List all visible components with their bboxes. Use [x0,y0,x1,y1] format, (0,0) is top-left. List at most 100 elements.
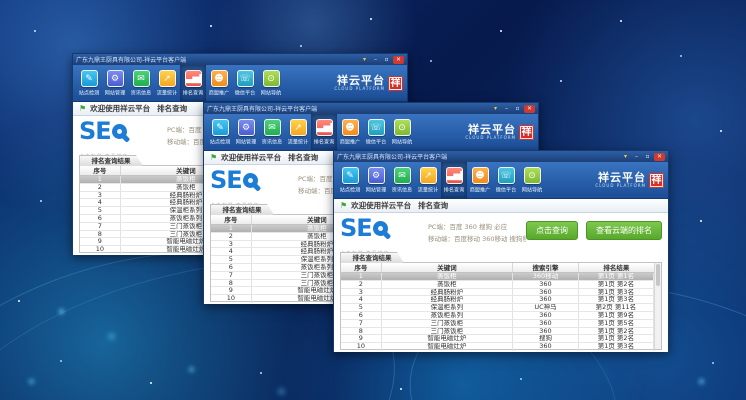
toolbar-item-3[interactable]: ✉资讯信息 [128,65,154,101]
toolbar-item-8[interactable]: ⊙网站导航 [519,162,545,198]
toolbar-item-7[interactable]: ☏微信平台 [493,162,519,198]
table-row[interactable]: 5保温柜系列UC神马第2页 第11名 [341,304,654,312]
minimize-button[interactable]: – [502,105,511,113]
toolbar-item-5[interactable]: ▃▅▇排名查询 [311,114,337,150]
cell-no: 2 [80,184,121,191]
table-row[interactable]: 9智能电磁灶炉搜狗第1页 第2名 [341,335,654,343]
alliance-promo-icon: ☻ [342,119,359,136]
toolbar-item-5[interactable]: ▃▅▇排名查询 [180,65,206,101]
site-manage-icon: ⚙ [238,119,255,136]
toolbar-item-4[interactable]: ↗流量统计 [415,162,441,198]
cell-keyword: 蒸饭柜 [382,281,513,288]
toolbar-item-1[interactable]: ✎站点检测 [76,65,102,101]
table-row[interactable]: 3经典肠粉炉360第1页 第3名 [341,289,654,297]
traffic-stats-icon: ↗ [159,70,176,87]
table-row[interactable]: 10智能电磁灶炉360第1页 第3名 [341,343,654,351]
maximize-button[interactable]: ▫ [643,153,652,161]
toolbar-item-6[interactable]: ☻商盟推广 [206,65,232,101]
brand: 祥云平台 CLOUD PLATFORM 祥 [334,65,404,101]
close-button[interactable]: ✕ [524,105,535,113]
table-row[interactable]: 6蒸饭柜系列360第1页 第9名 [341,312,654,320]
magnifier-icon [243,173,258,188]
site-check-icon: ✎ [342,167,359,184]
toolbar-item-4[interactable]: ↗流量统计 [285,114,311,150]
table-row[interactable]: 1蒸饭柜360移动第1页 第1名 [341,273,654,281]
toolbar-item-3[interactable]: ✉资讯信息 [389,162,415,198]
cell-no: 7 [341,320,382,327]
window-titlebar[interactable]: 广东九鼎王厨具有限公司-祥云平台客户端 ▾ – ▫ ✕ [73,54,407,65]
toolbar-item-6[interactable]: ☻商盟推广 [337,114,363,150]
engine-line-mobile: 移动端：百度移动 360移动 搜狗移动 UC神马 [428,233,526,245]
brand-stamp-icon: 祥 [388,76,403,91]
toolbar-item-8[interactable]: ⊙网站导航 [389,114,415,150]
toolbar-item-label: 商盟推广 [470,185,490,193]
cell-no: 1 [211,225,252,232]
cell-no: 1 [341,273,382,280]
action-buttons: 点击查询 查看云端的排名 [526,216,662,240]
network-glow-dots [0,0,3,3]
engine-line-pc: PC端：百度 360 搜狗 必应 [428,221,526,233]
engine-info: PC端：百度 360 搜狗 必应 移动端：百度移动 360移动 搜狗移动 UC神… [428,216,526,246]
results-tab[interactable]: 排名查询结果 [340,252,404,263]
window-controls: ▾ – ▫ ✕ [360,56,404,64]
cell-engine: 360 [513,320,579,327]
query-button[interactable]: 点击查询 [526,221,578,240]
welcome-message: 欢迎使用祥云平台 [90,103,150,114]
brand: 祥云平台 CLOUD PLATFORM 祥 [465,114,535,150]
cell-no: 7 [211,272,252,279]
toolbar-item-7[interactable]: ☏微信平台 [363,114,389,150]
maximize-button[interactable]: ▫ [513,105,522,113]
scrollbar-thumb[interactable] [656,264,660,286]
toolbar-item-7[interactable]: ☏微信平台 [232,65,258,101]
cell-rank: 第1页 第1名 [579,273,654,280]
table-scrollbar[interactable] [654,263,661,349]
query-header: SE 点击右侧 查看排名 PC端：百度 360 搜狗 必应 移动端：百度移动 3… [340,213,662,251]
toolbar-item-1[interactable]: ✎站点检测 [207,114,233,150]
window-controls: ▾ – ▫ ✕ [621,153,665,161]
toolbar-item-2[interactable]: ⚙网站管理 [233,114,259,150]
view-cloud-rank-button[interactable]: 查看云端的排名 [586,221,662,240]
toolbar-item-5[interactable]: ▃▅▇排名查询 [441,162,467,198]
toolbar-item-6[interactable]: ☻商盟推广 [467,162,493,198]
maximize-button[interactable]: ▫ [382,56,391,64]
magnifier-icon [112,124,127,139]
toolbar: ✎站点检测⚙网站管理✉资讯信息↗流量统计▃▅▇排名查询☻商盟推广☏微信平台⊙网站… [204,114,538,151]
skin-button[interactable]: ▾ [491,105,500,113]
wechat-platform-icon: ☏ [498,167,515,184]
toolbar-item-3[interactable]: ✉资讯信息 [259,114,285,150]
toolbar-item-4[interactable]: ↗流量统计 [154,65,180,101]
cell-keyword: 保温柜系列 [382,304,513,311]
toolbar-item-2[interactable]: ⚙网站管理 [102,65,128,101]
cell-no: 6 [80,215,121,222]
site-check-icon: ✎ [212,119,229,136]
close-button[interactable]: ✕ [393,56,404,64]
minimize-button[interactable]: – [632,153,641,161]
alliance-promo-icon: ☻ [472,167,489,184]
toolbar-item-8[interactable]: ⊙网站导航 [258,65,284,101]
cell-rank: 第2页 第11名 [579,304,654,311]
skin-button[interactable]: ▾ [621,153,630,161]
cell-no: 4 [211,248,252,255]
toolbar-item-label: 微信平台 [235,88,255,96]
cell-no: 9 [341,335,382,342]
close-button[interactable]: ✕ [654,153,665,161]
welcome-message: 欢迎使用祥云平台 [221,152,281,163]
toolbar-items: ✎站点检测⚙网站管理✉资讯信息↗流量统计▃▅▇排名查询☻商盟推广☏微信平台⊙网站… [76,65,334,101]
table-row[interactable]: 7三门蒸饭柜360第1页 第5名 [341,320,654,328]
cell-keyword: 智能电磁灶炉 [382,343,513,351]
results-tab[interactable]: 排名查询结果 [79,155,143,166]
toolbar-item-label: 资讯信息 [392,185,412,193]
table-row[interactable]: 8三门蒸饭柜360第1页 第2名 [341,328,654,336]
cell-no: 10 [211,295,252,303]
cell-no: 1 [80,176,121,183]
results-tab[interactable]: 排名查询结果 [210,204,274,215]
window-titlebar[interactable]: 广东九鼎王厨具有限公司-祥云平台客户端 ▾ – ▫ ✕ [204,103,538,114]
window-titlebar[interactable]: 广东九鼎王厨具有限公司-祥云平台客户端 ▾ – ▫ ✕ [334,151,668,162]
minimize-button[interactable]: – [371,56,380,64]
table-row[interactable]: 4经典肠粉炉360第1页 第3名 [341,296,654,304]
header-keyword: 关键词 [382,263,513,272]
toolbar-item-1[interactable]: ✎站点检测 [337,162,363,198]
toolbar-item-2[interactable]: ⚙网站管理 [363,162,389,198]
table-row[interactable]: 2蒸饭柜360第1页 第2名 [341,281,654,289]
skin-button[interactable]: ▾ [360,56,369,64]
